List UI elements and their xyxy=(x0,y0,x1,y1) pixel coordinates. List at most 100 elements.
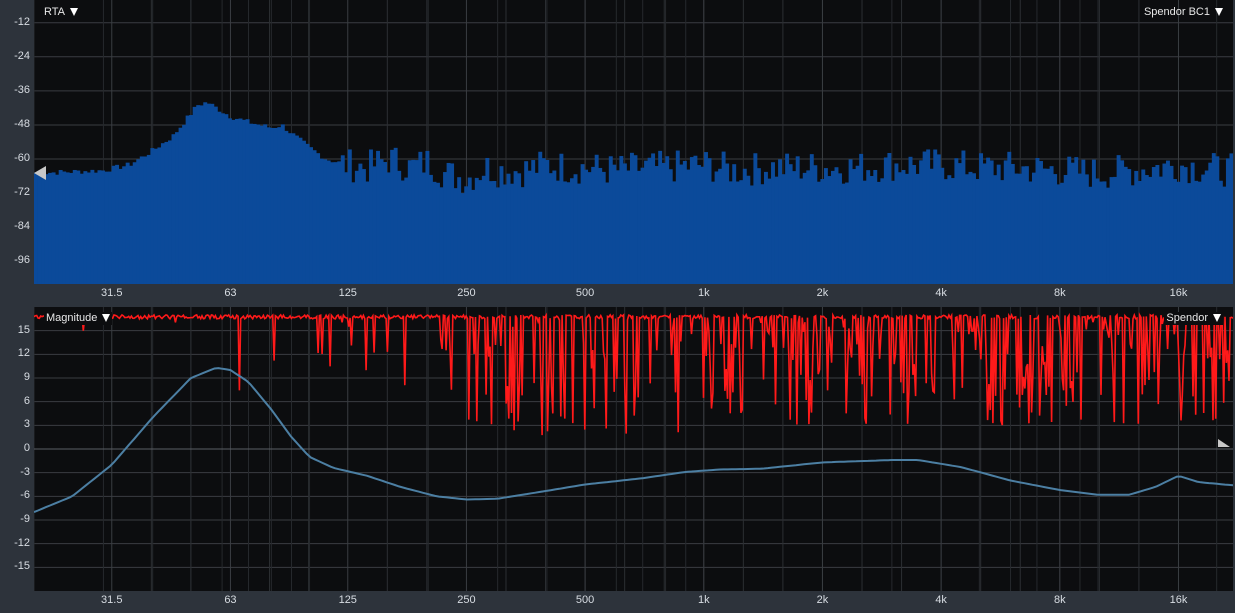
rta-bar xyxy=(721,151,726,284)
rta-bar xyxy=(718,168,723,284)
rta-bar xyxy=(975,179,980,284)
rta-bar xyxy=(689,157,694,284)
rta-bar xyxy=(799,178,804,284)
rta-bar xyxy=(446,162,451,284)
rta-bar xyxy=(1137,180,1142,284)
rta-bar xyxy=(919,160,924,284)
rta-bar xyxy=(957,163,962,284)
rta-bar xyxy=(185,115,190,284)
rta-bar xyxy=(707,158,712,284)
magnitude-offset-handle-icon[interactable] xyxy=(1218,439,1230,447)
rta-bar xyxy=(1120,160,1125,284)
rta-bar xyxy=(266,127,271,284)
rta-bar xyxy=(1067,156,1072,284)
y-tick-label: -84 xyxy=(14,220,30,233)
rta-view-dropdown[interactable]: RTA xyxy=(44,6,78,19)
rta-bar xyxy=(263,124,268,284)
rta-bar xyxy=(767,178,772,284)
magnitude-view-dropdown[interactable]: Magnitude xyxy=(44,312,113,325)
rta-bar xyxy=(848,159,853,284)
rta-plot-area[interactable] xyxy=(34,0,1233,284)
rta-bar xyxy=(1024,166,1029,284)
rta-bar xyxy=(640,167,645,284)
rta-bar xyxy=(993,175,998,284)
rta-bar xyxy=(478,180,483,284)
rta-bar xyxy=(700,166,705,284)
rta-bar xyxy=(901,170,906,284)
rta-bar xyxy=(418,151,423,284)
rta-bar xyxy=(873,170,878,284)
rta-bar xyxy=(1130,185,1135,284)
rta-bar xyxy=(933,149,938,284)
rta-source-dropdown[interactable]: Spendor BC1 xyxy=(1144,6,1223,19)
rta-bar xyxy=(492,181,497,284)
rta-bar xyxy=(386,172,391,284)
rta-bar xyxy=(1014,173,1019,284)
rta-bar xyxy=(845,182,850,284)
rta-bar xyxy=(524,161,529,284)
rta-bar xyxy=(749,185,754,284)
rta-bar xyxy=(633,155,638,284)
magnitude-panel: Magnitude Spendor 15 12 9 6 3 0 -3 -6 -9 -12 -15 3… xyxy=(0,305,1235,613)
rta-bar xyxy=(612,164,617,284)
rta-bar xyxy=(203,102,208,284)
rta-bar xyxy=(481,175,486,284)
rta-bar xyxy=(1187,183,1192,284)
rta-bar xyxy=(577,183,582,284)
rta-bar xyxy=(760,184,765,284)
rta-bar xyxy=(150,148,155,284)
rta-bar xyxy=(1151,167,1156,284)
rta-bar xyxy=(1148,176,1153,284)
magnitude-plot-area[interactable] xyxy=(34,307,1233,591)
rta-bar xyxy=(284,130,289,284)
rta-bar xyxy=(594,154,599,284)
x-tick-label: 4k xyxy=(935,287,947,299)
rta-source-arrow-icon xyxy=(1215,8,1223,16)
rta-bar xyxy=(104,171,109,284)
rta-bar xyxy=(1046,168,1051,284)
rta-bar xyxy=(157,147,162,284)
rta-bar xyxy=(238,118,243,284)
rta-bar xyxy=(72,169,77,284)
rta-bar xyxy=(979,153,984,284)
magnitude-view-label: Magnitude xyxy=(46,312,98,324)
rta-bar xyxy=(813,165,818,284)
rta-bar xyxy=(337,161,342,284)
rta-bar xyxy=(309,147,313,284)
y-tick-label: -48 xyxy=(14,117,30,130)
rta-bar xyxy=(1056,184,1061,284)
rta-bar xyxy=(1176,181,1181,284)
rta-bar xyxy=(287,133,292,284)
rta-bar xyxy=(996,164,1001,284)
rta-bar xyxy=(605,182,610,284)
rta-bar xyxy=(1141,169,1146,284)
rta-bar xyxy=(915,173,920,284)
rta-bar xyxy=(834,167,839,284)
rta-bar xyxy=(1144,175,1149,284)
rta-bar xyxy=(739,180,744,284)
rta-bar xyxy=(665,156,670,284)
rta-bar xyxy=(654,166,659,284)
rta-bar xyxy=(291,133,296,284)
rta-bar xyxy=(926,149,931,284)
rta-bar xyxy=(982,163,987,284)
rta-bar xyxy=(474,177,479,284)
rta-bar xyxy=(802,172,807,284)
rta-bar xyxy=(1197,181,1202,284)
rta-bar xyxy=(675,150,680,284)
rta-bar xyxy=(270,127,275,284)
rta-bar xyxy=(584,169,589,284)
rta-bar xyxy=(566,182,571,284)
rta-level-handle-icon[interactable] xyxy=(34,166,46,180)
rta-bar xyxy=(972,173,976,284)
magnitude-source-dropdown[interactable]: Spendor xyxy=(1164,312,1223,325)
rta-bar xyxy=(235,118,239,284)
rta-bar xyxy=(950,178,955,284)
rta-bar xyxy=(118,168,123,284)
rta-bar xyxy=(1031,172,1036,284)
rta-bar xyxy=(570,178,574,284)
rta-bar xyxy=(344,172,349,284)
rta-bar xyxy=(658,150,663,284)
rta-bar xyxy=(1218,180,1223,284)
rta-bar xyxy=(160,143,165,284)
